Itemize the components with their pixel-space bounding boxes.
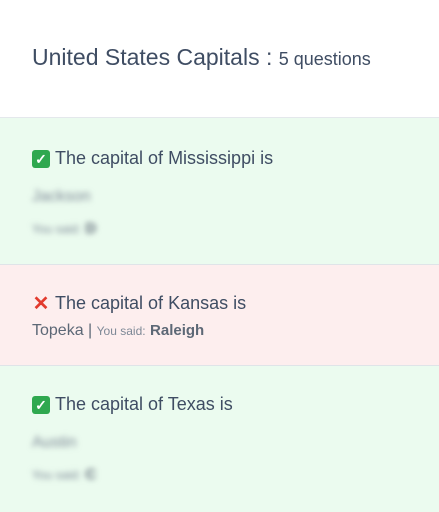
correct-answer: Austin bbox=[32, 434, 77, 451]
question-card-mississippi: ✓ The capital of Mississippi is Jackson … bbox=[0, 118, 439, 265]
answer-separator: | bbox=[88, 322, 93, 339]
quiz-header: United States Capitals : 5 questions bbox=[0, 0, 439, 118]
question-text: The capital of Texas is bbox=[55, 394, 233, 414]
question-row: ✓ The capital of Texas is bbox=[32, 394, 439, 415]
you-said-row: You said: D bbox=[32, 220, 439, 238]
answer-row: Topeka | You said: Raleigh bbox=[32, 322, 439, 340]
question-row: ✓ The capital of Mississippi is bbox=[32, 148, 439, 169]
question-text: The capital of Kansas is bbox=[55, 293, 247, 313]
quiz-title: United States Capitals : bbox=[32, 44, 273, 70]
question-row: ✕ The capital of Kansas is bbox=[32, 293, 439, 314]
cross-mark-icon: ✕ bbox=[32, 292, 50, 315]
check-mark-icon: ✓ bbox=[32, 395, 50, 414]
question-card-kansas: ✕ The capital of Kansas is Topeka | You … bbox=[0, 265, 439, 366]
correct-answer: Jackson bbox=[32, 188, 91, 205]
you-said-label: You said: bbox=[32, 222, 81, 236]
question-text: The capital of Mississippi is bbox=[55, 148, 274, 168]
question-count: 5 questions bbox=[278, 49, 371, 69]
question-card-texas: ✓ The capital of Texas is Austin You sai… bbox=[0, 366, 439, 512]
you-said-value: Raleigh bbox=[150, 322, 205, 339]
you-said-row: You said: C bbox=[32, 466, 439, 484]
correct-answer: Topeka bbox=[32, 322, 84, 339]
page-title: United States Capitals : 5 questions bbox=[32, 44, 439, 71]
you-said-label: You said: bbox=[32, 468, 81, 482]
you-said-value: D bbox=[85, 220, 97, 237]
you-said-value: C bbox=[85, 466, 97, 483]
you-said-label: You said: bbox=[96, 324, 146, 338]
check-mark-icon: ✓ bbox=[32, 149, 50, 168]
